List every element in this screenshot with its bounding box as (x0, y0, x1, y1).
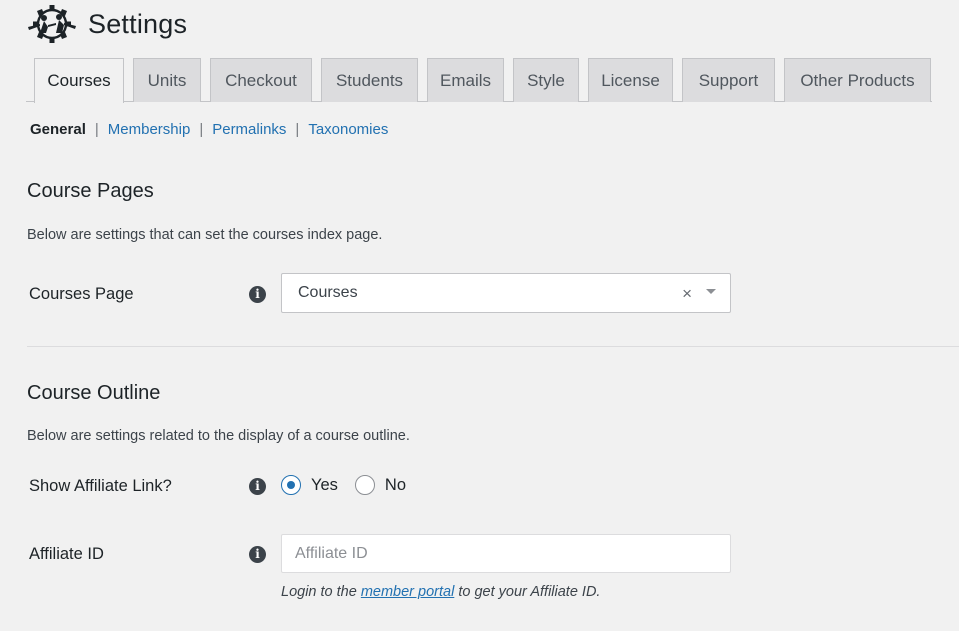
tab-support[interactable]: Support (682, 58, 775, 102)
page-header: Settings (26, 2, 187, 46)
affiliate-id-input[interactable] (281, 534, 731, 573)
show-affiliate-link-label: Show Affiliate Link? (29, 477, 172, 495)
tab-license[interactable]: License (588, 58, 673, 102)
subnav-separator: | (199, 121, 204, 138)
radio-yes-label[interactable]: Yes (311, 476, 338, 495)
tab-other-products[interactable]: Other Products (784, 58, 931, 102)
tab-emails[interactable]: Emails (427, 58, 504, 102)
course-pages-heading: Course Pages (27, 180, 154, 202)
tab-units[interactable]: Units (133, 58, 201, 102)
courses-page-select[interactable]: Courses × (281, 273, 731, 313)
courses-page-select-value: Courses (298, 284, 358, 301)
courses-page-info-icon[interactable]: i (249, 286, 266, 303)
course-outline-heading: Course Outline (27, 382, 161, 404)
subnav-general[interactable]: General (30, 121, 86, 138)
help-text-suffix: to get your Affiliate ID. (458, 584, 601, 600)
settings-subnav: General | Membership | Permalinks | Taxo… (30, 121, 388, 138)
affiliate-id-info-icon[interactable]: i (249, 546, 266, 563)
chevron-down-icon[interactable] (706, 289, 716, 294)
tab-checkout[interactable]: Checkout (210, 58, 312, 102)
radio-selected-dot (287, 481, 295, 489)
subnav-separator: | (94, 121, 99, 138)
subnav-taxonomies[interactable]: Taxonomies (308, 121, 388, 138)
subnav-membership[interactable]: Membership (108, 121, 191, 138)
affiliate-id-label: Affiliate ID (29, 545, 104, 563)
ninja-logo-icon (26, 3, 78, 45)
course-pages-description: Below are settings that can set the cour… (27, 227, 383, 243)
show-affiliate-link-radio-group: Yes No (281, 475, 423, 495)
section-divider (27, 346, 959, 347)
tab-courses[interactable]: Courses (34, 58, 124, 103)
show-affiliate-link-info-icon[interactable]: i (249, 478, 266, 495)
clear-selection-icon[interactable]: × (682, 285, 692, 302)
radio-yes[interactable] (281, 475, 301, 495)
radio-no[interactable] (354, 475, 375, 495)
subnav-permalinks[interactable]: Permalinks (212, 121, 286, 138)
radio-no-label[interactable]: No (385, 476, 406, 495)
courses-page-label: Courses Page (29, 285, 134, 303)
affiliate-id-help-text: Login to the member portal to get your A… (281, 584, 600, 600)
help-text-prefix: Login to the (281, 584, 357, 600)
settings-tabs: Courses Units Checkout Students Emails S… (34, 58, 940, 103)
course-outline-description: Below are settings related to the displa… (27, 428, 410, 444)
subnav-separator: | (295, 121, 300, 138)
tab-students[interactable]: Students (321, 58, 418, 102)
tab-style[interactable]: Style (513, 58, 579, 102)
member-portal-link[interactable]: member portal (361, 584, 454, 600)
page-title: Settings (88, 8, 188, 39)
